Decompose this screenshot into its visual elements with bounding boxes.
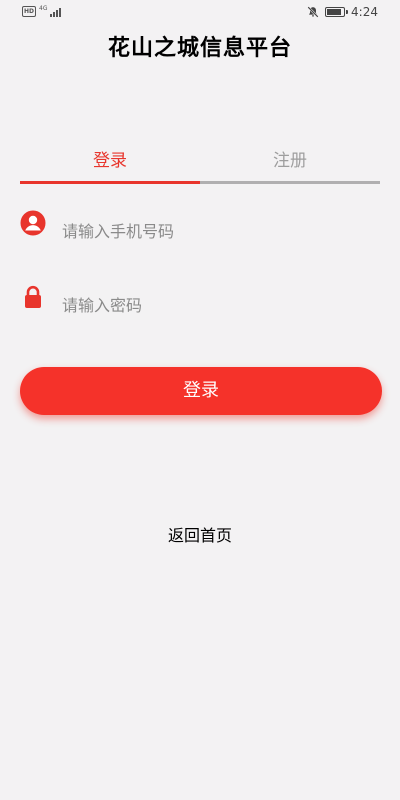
tab-login[interactable]: 登录 xyxy=(20,140,200,182)
network-type: 4G xyxy=(39,5,48,12)
lock-icon xyxy=(25,285,41,308)
phone-input[interactable] xyxy=(60,212,364,250)
status-bar: HD 4G 4:24 xyxy=(0,0,400,26)
tab-indicator-inactive xyxy=(200,181,380,184)
bell-off-icon xyxy=(307,6,319,18)
signal-strength-icon xyxy=(50,7,62,17)
page-title: 花山之城信息平台 xyxy=(107,36,292,61)
battery-icon xyxy=(325,7,349,17)
hd-badge: HD xyxy=(22,6,36,17)
user-icon xyxy=(20,210,46,236)
password-field-row xyxy=(20,284,380,324)
phone-field-row xyxy=(20,210,380,250)
status-bar-right: 4:24 xyxy=(307,5,378,19)
status-time: 4:24 xyxy=(351,5,378,19)
battery-fill xyxy=(327,9,342,15)
tab-register[interactable]: 注册 xyxy=(200,140,380,182)
password-input[interactable] xyxy=(60,286,364,324)
auth-tabs: 登录 注册 xyxy=(20,140,380,186)
back-home-link[interactable]: 返回首页 xyxy=(0,522,400,546)
login-button[interactable]: 登录 xyxy=(20,367,382,415)
tab-indicator-active xyxy=(20,181,200,184)
status-bar-left: HD 4G xyxy=(22,5,62,17)
